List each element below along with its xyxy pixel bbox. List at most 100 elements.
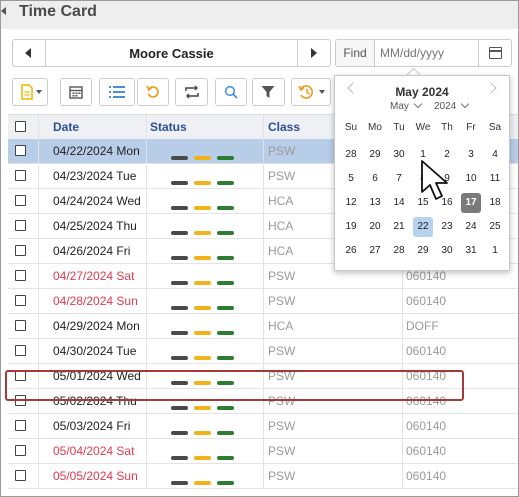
- row-checkbox[interactable]: [15, 145, 26, 156]
- calendar-day[interactable]: 30: [437, 241, 457, 261]
- search-icon: [224, 85, 238, 99]
- status-bar: [217, 206, 234, 210]
- status-column-header[interactable]: Status: [150, 120, 187, 134]
- year-select-value: 2024: [434, 101, 457, 112]
- calendar-day[interactable]: 18: [485, 193, 505, 213]
- document-menu-button[interactable]: [12, 78, 48, 106]
- calendar-day[interactable]: 28: [341, 145, 361, 165]
- table-row[interactable]: 04/30/2024 Tue PSW 060140: [8, 339, 518, 364]
- undo-button[interactable]: [137, 78, 169, 106]
- row-checkbox[interactable]: [15, 445, 26, 456]
- row-checkbox[interactable]: [15, 195, 26, 206]
- status-bar: [171, 481, 188, 485]
- class-column-header[interactable]: Class: [268, 120, 300, 134]
- date-cell: 04/22/2024 Mon: [53, 144, 140, 158]
- status-bar: [171, 431, 188, 435]
- row-checkbox[interactable]: [15, 320, 26, 331]
- chevron-down-icon: [319, 90, 325, 94]
- status-bar: [171, 281, 188, 285]
- class-cell: PSW: [268, 169, 296, 183]
- calendar-day[interactable]: 19: [341, 217, 361, 237]
- calendar-day[interactable]: 5: [341, 169, 361, 189]
- class-cell: HCA: [268, 194, 294, 208]
- status-bar: [194, 256, 211, 260]
- table-row[interactable]: 04/28/2024 Sun PSW 060140: [8, 289, 518, 314]
- sync-icon: [185, 85, 199, 99]
- find-date-input[interactable]: [376, 40, 484, 66]
- table-row[interactable]: 05/05/2024 Sun PSW 060140: [8, 464, 518, 489]
- calendar-day[interactable]: 10: [461, 169, 481, 189]
- status-indicator: [171, 431, 241, 435]
- status-bar: [217, 156, 234, 160]
- table-row[interactable]: 04/29/2024 Mon HCA DOFF: [8, 314, 518, 339]
- column-divider: [38, 314, 39, 338]
- filter-button[interactable]: [252, 78, 285, 106]
- month-select[interactable]: May: [390, 99, 423, 112]
- back-arrow-icon[interactable]: [1, 7, 6, 15]
- calendar-day[interactable]: 23: [437, 217, 457, 237]
- status-bar: [217, 231, 234, 235]
- calendar-day[interactable]: 22: [413, 217, 433, 237]
- sync-button[interactable]: [175, 78, 208, 106]
- status-indicator: [171, 331, 241, 335]
- calendar-view-button[interactable]: [60, 78, 92, 106]
- calendar-day[interactable]: 14: [389, 193, 409, 213]
- history-menu-button[interactable]: [291, 78, 331, 106]
- row-checkbox[interactable]: [15, 345, 26, 356]
- calendar-day[interactable]: 7: [389, 169, 409, 189]
- calendar-day[interactable]: 28: [389, 241, 409, 261]
- calendar-day[interactable]: 29: [365, 145, 385, 165]
- search-button[interactable]: [215, 78, 247, 106]
- calendar-day[interactable]: 20: [365, 217, 385, 237]
- year-select[interactable]: 2024: [434, 99, 470, 112]
- row-checkbox[interactable]: [15, 245, 26, 256]
- previous-employee-button[interactable]: [13, 40, 46, 66]
- calendar-day[interactable]: 30: [389, 145, 409, 165]
- status-bar: [217, 181, 234, 185]
- row-checkbox[interactable]: [15, 220, 26, 231]
- calendar-day[interactable]: 6: [365, 169, 385, 189]
- column-divider: [263, 289, 264, 313]
- calendar-day[interactable]: 17: [461, 193, 481, 213]
- open-calendar-button[interactable]: [478, 40, 511, 66]
- column-divider: [38, 164, 39, 188]
- code-cell: 060140: [406, 444, 447, 458]
- next-employee-button[interactable]: [297, 40, 330, 66]
- weekday-label: We: [415, 122, 431, 133]
- calendar-day[interactable]: 25: [485, 217, 505, 237]
- calendar-day[interactable]: 27: [365, 241, 385, 261]
- column-divider: [146, 189, 147, 213]
- table-row[interactable]: 05/03/2024 Fri PSW 060140: [8, 414, 518, 439]
- column-divider: [38, 239, 39, 263]
- calendar-day[interactable]: 24: [461, 217, 481, 237]
- column-divider: [38, 464, 39, 488]
- row-checkbox[interactable]: [15, 470, 26, 481]
- column-divider: [402, 314, 403, 338]
- column-divider: [146, 164, 147, 188]
- column-divider: [146, 414, 147, 438]
- weekday-label: Tu: [393, 122, 405, 133]
- date-column-header[interactable]: Date: [53, 120, 79, 134]
- row-checkbox[interactable]: [15, 420, 26, 431]
- calendar-day[interactable]: 4: [485, 145, 505, 165]
- column-divider: [146, 214, 147, 238]
- calendar-day[interactable]: 3: [461, 145, 481, 165]
- calendar-day[interactable]: 1: [485, 241, 505, 261]
- row-checkbox[interactable]: [15, 170, 26, 181]
- calendar-day[interactable]: 26: [341, 241, 361, 261]
- select-all-checkbox[interactable]: [15, 121, 26, 132]
- table-row[interactable]: 05/04/2024 Sat PSW 060140: [8, 439, 518, 464]
- row-checkbox[interactable]: [15, 295, 26, 306]
- status-bar: [171, 456, 188, 460]
- status-bar: [217, 456, 234, 460]
- calendar-day[interactable]: 12: [341, 193, 361, 213]
- calendar-day[interactable]: 21: [389, 217, 409, 237]
- calendar-day[interactable]: 11: [485, 169, 505, 189]
- list-view-button[interactable]: [99, 78, 135, 106]
- status-bar: [194, 281, 211, 285]
- row-checkbox[interactable]: [15, 270, 26, 281]
- calendar-day[interactable]: 31: [461, 241, 481, 261]
- calendar-day[interactable]: 29: [413, 241, 433, 261]
- column-divider: [146, 115, 147, 139]
- calendar-day[interactable]: 13: [365, 193, 385, 213]
